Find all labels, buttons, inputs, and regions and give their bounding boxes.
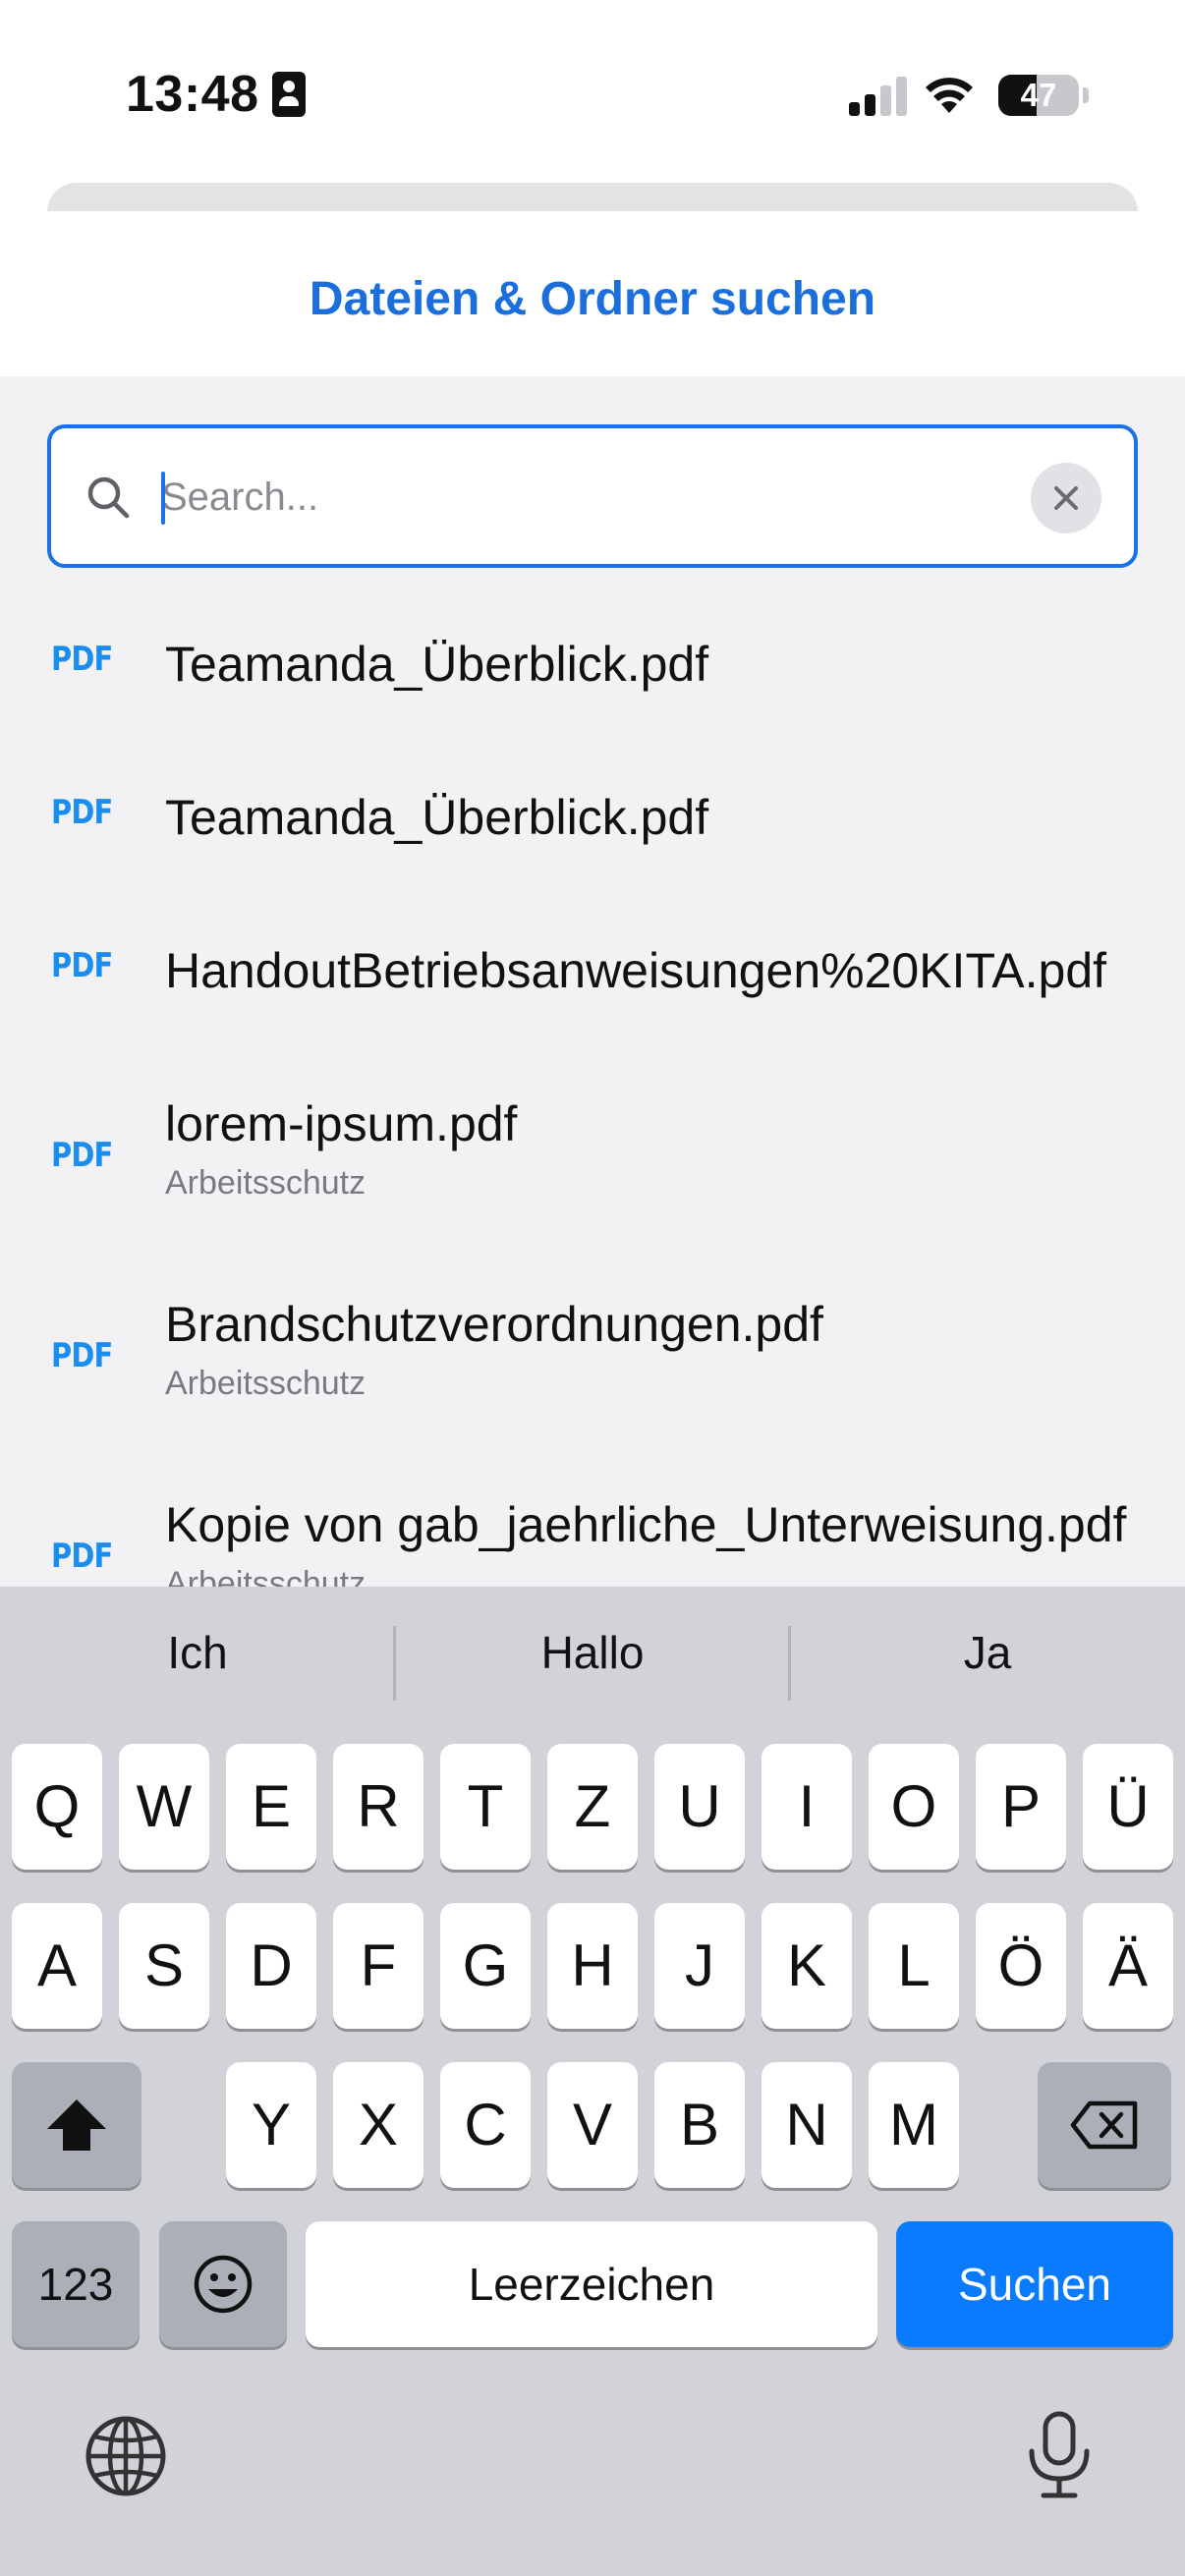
key-u[interactable]: U [654, 1744, 745, 1870]
key-ö[interactable]: Ö [976, 1903, 1066, 2029]
key-a[interactable]: A [12, 1903, 102, 2029]
pdf-file-icon: PDF [51, 1336, 113, 1375]
key-p[interactable]: P [976, 1744, 1066, 1870]
cellular-signal-icon [849, 75, 908, 116]
key-b[interactable]: B [654, 2062, 745, 2188]
microphone-icon[interactable] [1024, 2410, 1095, 2500]
key-s[interactable]: S [119, 1903, 209, 2029]
key-f[interactable]: F [333, 1903, 423, 2029]
prediction-suggestion[interactable]: Ja [790, 1626, 1185, 1679]
status-time: 13:48 [126, 66, 259, 123]
file-name: Teamanda_Überblick.pdf [165, 637, 709, 692]
key-y[interactable]: Y [226, 2062, 316, 2188]
globe-icon[interactable] [85, 2415, 167, 2497]
list-item[interactable]: PDF Teamanda_Überblick.pdf [0, 746, 1185, 899]
signal-bar [865, 94, 875, 116]
pdf-file-icon: PDF [51, 1136, 113, 1175]
folder-name: Arbeitsschutz [165, 1565, 367, 1587]
pdf-file-icon: PDF [51, 1537, 113, 1576]
stacked-sheet-edge [47, 183, 1138, 212]
prediction-suggestion[interactable]: Ich [0, 1626, 395, 1679]
key-g[interactable]: G [440, 1903, 531, 2029]
key-r[interactable]: R [333, 1744, 423, 1870]
shift-icon [47, 2100, 106, 2151]
search-content: PDF Teamanda_Überblick.pdf PDF Teamanda_… [0, 376, 1185, 1587]
backspace-icon [1070, 2100, 1138, 2150]
key-l[interactable]: L [869, 1903, 959, 2029]
list-item[interactable]: PDF Brandschutzverordnungen.pdf Arbeitss… [0, 1253, 1185, 1453]
key-ä[interactable]: Ä [1083, 1903, 1173, 2029]
pdf-file-icon: PDF [51, 640, 113, 679]
numbers-key[interactable]: 123 [12, 2221, 140, 2347]
sheet-header: Dateien & Ordner suchen [0, 211, 1185, 376]
key-m[interactable]: M [869, 2062, 959, 2188]
key-t[interactable]: T [440, 1744, 531, 1870]
file-name: lorem-ipsum.pdf [165, 1096, 518, 1151]
key-c[interactable]: C [440, 2062, 531, 2188]
text-cursor [161, 472, 165, 525]
results-list: PDF Teamanda_Überblick.pdf PDF Teamanda_… [0, 592, 1185, 1587]
prediction-suggestion[interactable]: Hallo [395, 1626, 790, 1679]
key-q[interactable]: Q [12, 1744, 102, 1870]
file-name: Teamanda_Überblick.pdf [165, 790, 709, 845]
keyboard: Ich Hallo Ja QWERTZUIOPÜ ASDFGHJKLÖÄ YXC… [0, 1587, 1185, 2576]
search-submit-key[interactable]: Suchen [896, 2221, 1173, 2347]
search-input[interactable] [161, 458, 1045, 536]
wifi-icon [926, 78, 973, 113]
search-field[interactable] [47, 424, 1138, 568]
list-item[interactable]: PDF Teamanda_Überblick.pdf [0, 592, 1185, 746]
sheet-title: Dateien & Ordner suchen [309, 273, 876, 325]
list-item[interactable]: PDF HandoutBetriebsanweisungen%20KITA.pd… [0, 899, 1185, 1052]
key-w[interactable]: W [119, 1744, 209, 1870]
key-n[interactable]: N [762, 2062, 852, 2188]
key-e[interactable]: E [226, 1744, 316, 1870]
close-icon [1054, 486, 1078, 510]
key-x[interactable]: X [333, 2062, 423, 2188]
key-d[interactable]: D [226, 1903, 316, 2029]
key-h[interactable]: H [547, 1903, 638, 2029]
folder-name: Arbeitsschutz [165, 1164, 367, 1202]
file-name: Brandschutzverordnungen.pdf [165, 1297, 823, 1352]
search-icon [87, 476, 130, 519]
signal-bar [896, 77, 907, 116]
list-item[interactable]: PDF lorem-ipsum.pdf Arbeitsschutz [0, 1052, 1185, 1253]
battery-icon: 47 [998, 75, 1079, 116]
file-name: Kopie von gab_jaehrliche_Unterweisung.pd… [165, 1497, 1127, 1552]
key-k[interactable]: K [762, 1903, 852, 2029]
shift-key[interactable] [12, 2062, 141, 2188]
key-o[interactable]: O [869, 1744, 959, 1870]
key-ü[interactable]: Ü [1083, 1744, 1173, 1870]
key-i[interactable]: I [762, 1744, 852, 1870]
key-j[interactable]: J [654, 1903, 745, 2029]
key-z[interactable]: Z [547, 1744, 638, 1870]
battery-tip [1083, 87, 1089, 103]
list-item[interactable]: PDF Kopie von gab_jaehrliche_Unterweisun… [0, 1453, 1185, 1587]
folder-name: Arbeitsschutz [165, 1365, 367, 1402]
key-v[interactable]: V [547, 2062, 638, 2188]
pdf-file-icon: PDF [51, 793, 113, 832]
signal-bar [880, 85, 891, 116]
clear-search-button[interactable] [1031, 463, 1101, 533]
emoji-icon [194, 2255, 253, 2314]
prediction-bar: Ich Hallo Ja [0, 1587, 1185, 1744]
battery-level: 47 [1020, 77, 1057, 113]
pdf-file-icon: PDF [51, 946, 113, 985]
space-key[interactable]: Leerzeichen [306, 2221, 877, 2347]
emoji-key[interactable] [159, 2221, 287, 2347]
status-bar: 13:48 47 [0, 0, 1185, 182]
contact-card-icon [272, 72, 306, 117]
file-name: HandoutBetriebsanweisungen%20KITA.pdf [165, 943, 1107, 998]
signal-bar [849, 102, 860, 116]
backspace-key[interactable] [1038, 2062, 1171, 2188]
